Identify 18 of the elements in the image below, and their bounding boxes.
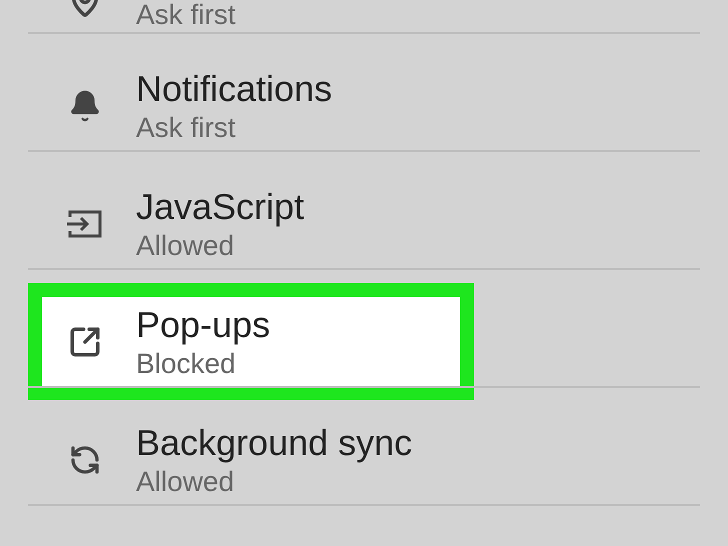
external-link-icon — [68, 324, 102, 358]
setting-row[interactable]: Notifications Ask first — [28, 47, 474, 164]
highlighted-setting-row[interactable]: Pop-ups Blocked — [28, 283, 474, 400]
arrow-into-box-icon — [66, 208, 104, 240]
setting-status: Ask first — [136, 110, 237, 144]
setting-row[interactable]: Background sync Allowed — [28, 401, 474, 518]
setting-row[interactable]: JavaScript Allowed — [28, 165, 474, 282]
setting-row[interactable]: Ask first — [28, 0, 474, 46]
bell-icon — [68, 88, 102, 122]
setting-title: JavaScript — [136, 184, 304, 228]
setting-status: Blocked — [136, 346, 237, 380]
setting-status: Allowed — [136, 228, 236, 262]
setting-status: Ask first — [136, 0, 236, 32]
setting-status: Allowed — [136, 464, 236, 498]
setting-title: Notifications — [136, 66, 332, 110]
setting-title: Pop-ups — [136, 302, 270, 346]
sync-icon — [69, 444, 101, 476]
setting-title: Background sync — [136, 420, 412, 464]
